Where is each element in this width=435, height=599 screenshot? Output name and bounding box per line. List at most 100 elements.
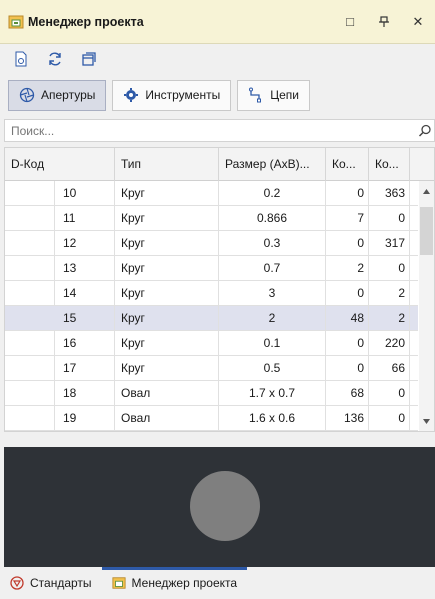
tab-apertures-label: Апертуры xyxy=(41,88,96,102)
cell-type: Круг xyxy=(115,256,219,280)
search-icon[interactable] xyxy=(418,124,432,138)
cell-size: 2 xyxy=(219,306,326,330)
cell-size: 0.1 xyxy=(219,331,326,355)
aperture-preview xyxy=(4,447,435,567)
tab-standards-label: Стандарты xyxy=(30,576,92,590)
cell-size: 0.866 xyxy=(219,206,326,230)
cell-size: 1.7 x 0.7 xyxy=(219,381,326,405)
project-manager-icon xyxy=(8,14,24,30)
pin-button[interactable] xyxy=(367,0,401,44)
aperture-icon xyxy=(19,87,35,103)
standards-icon xyxy=(10,576,24,590)
column-header-type[interactable]: Тип xyxy=(115,148,219,181)
bottom-tab-bar: Стандарты Менеджер проекта xyxy=(0,567,435,599)
cell-count1: 0 xyxy=(326,281,369,305)
tab-nets[interactable]: Цепи xyxy=(237,79,310,111)
cell-type: Овал xyxy=(115,381,219,405)
document-settings-icon[interactable] xyxy=(10,48,32,70)
tab-tools-label: Инструменты xyxy=(145,88,221,102)
cell-size: 0.3 xyxy=(219,231,326,255)
project-manager-icon xyxy=(111,577,126,589)
view-tabs: Апертуры Инструменты Цепи xyxy=(0,74,435,116)
net-icon xyxy=(249,87,262,103)
cell-count2: 363 xyxy=(369,181,410,205)
cell-count1: 7 xyxy=(326,206,369,230)
cell-size: 0.5 xyxy=(219,356,326,380)
table-row[interactable]: 10 Круг 0.2 0 363 xyxy=(5,181,418,206)
table-header: D-Код Тип Размер (AxB)... Ко... Ко... xyxy=(5,148,434,181)
tab-project-manager-label: Менеджер проекта xyxy=(131,576,238,590)
cell-type: Круг xyxy=(115,206,219,230)
cell-count2: 2 xyxy=(369,281,410,305)
aperture-shape-preview xyxy=(190,471,260,541)
table-row[interactable]: 15 Круг 2 48 2 xyxy=(5,306,418,331)
tab-standards[interactable]: Стандарты xyxy=(0,567,102,599)
scrollbar-thumb[interactable] xyxy=(420,207,433,255)
column-header-size[interactable]: Размер (AxB)... xyxy=(219,148,326,181)
tab-nets-label: Цепи xyxy=(270,88,299,102)
table-body: 10 Круг 0.2 0 363 11 Круг 0.866 7 0 12 Круг 0.3 0 317 1… xyxy=(5,181,418,431)
vertical-scrollbar[interactable] xyxy=(419,181,434,431)
refresh-icon[interactable] xyxy=(44,48,66,70)
cell-dcode: 11 xyxy=(55,206,115,230)
tab-project-manager[interactable]: Менеджер проекта xyxy=(101,567,248,599)
scroll-up-icon xyxy=(423,189,430,194)
cell-dcode: 16 xyxy=(55,331,115,355)
tab-apertures[interactable]: Апертуры xyxy=(8,79,107,111)
cell-count2: 317 xyxy=(369,231,410,255)
cell-count2: 66 xyxy=(369,356,410,380)
table-row[interactable]: 13 Круг 0.7 2 0 xyxy=(5,256,418,281)
table-row[interactable]: 14 Круг 3 0 2 xyxy=(5,281,418,306)
table-row[interactable]: 17 Круг 0.5 0 66 xyxy=(5,356,418,381)
search-input[interactable] xyxy=(9,122,418,139)
cell-count1: 0 xyxy=(326,331,369,355)
column-header-count1[interactable]: Ко... xyxy=(326,148,369,181)
column-header-count2[interactable]: Ко... xyxy=(369,148,410,181)
cell-count1: 0 xyxy=(326,231,369,255)
cell-count1: 136 xyxy=(326,406,369,430)
cell-count2: 0 xyxy=(369,381,410,405)
column-header-dcode[interactable]: D-Код xyxy=(5,148,115,181)
cell-count2: 0 xyxy=(369,256,410,280)
cell-count1: 68 xyxy=(326,381,369,405)
cell-size: 3 xyxy=(219,281,326,305)
panel-title: Менеджер проекта xyxy=(28,14,144,29)
cell-count1: 48 xyxy=(326,306,369,330)
cell-type: Круг xyxy=(115,231,219,255)
cell-dcode: 15 xyxy=(55,306,115,330)
table-row[interactable]: 19 Овал 1.6 x 0.6 136 0 xyxy=(5,406,418,431)
cell-type: Круг xyxy=(115,356,219,380)
cell-count2: 2 xyxy=(369,306,410,330)
cell-size: 0.2 xyxy=(219,181,326,205)
cell-type: Круг xyxy=(115,281,219,305)
cell-dcode: 14 xyxy=(55,281,115,305)
cell-count2: 0 xyxy=(369,406,410,430)
cell-dcode: 10 xyxy=(55,181,115,205)
cell-count1: 0 xyxy=(326,356,369,380)
table-row[interactable]: 11 Круг 0.866 7 0 xyxy=(5,206,418,231)
cell-count2: 0 xyxy=(369,206,410,230)
cell-type: Круг xyxy=(115,181,219,205)
table-row[interactable]: 12 Круг 0.3 0 317 xyxy=(5,231,418,256)
pin-icon xyxy=(379,15,389,27)
cell-dcode: 17 xyxy=(55,356,115,380)
close-button[interactable]: ✕ xyxy=(401,0,435,44)
tools-gear-icon xyxy=(124,88,139,102)
apertures-table: D-Код Тип Размер (AxB)... Ко... Ко... 10… xyxy=(4,147,435,432)
cell-type: Круг xyxy=(115,306,219,330)
cell-size: 1.6 x 0.6 xyxy=(219,406,326,430)
cell-type: Овал xyxy=(115,406,219,430)
search-box[interactable] xyxy=(4,119,435,142)
cell-dcode: 12 xyxy=(55,231,115,255)
tab-tools[interactable]: Инструменты xyxy=(112,79,232,111)
copy-panel-icon[interactable] xyxy=(78,48,100,70)
table-row[interactable]: 18 Овал 1.7 x 0.7 68 0 xyxy=(5,381,418,406)
table-row[interactable]: 16 Круг 0.1 0 220 xyxy=(5,331,418,356)
cell-type: Круг xyxy=(115,331,219,355)
maximize-button[interactable]: □ xyxy=(333,0,367,44)
cell-count1: 2 xyxy=(326,256,369,280)
panel-toolbar xyxy=(0,44,435,74)
cell-count1: 0 xyxy=(326,181,369,205)
panel-title-bar: Менеджер проекта □ ✕ xyxy=(0,0,435,44)
cell-count2: 220 xyxy=(369,331,410,355)
